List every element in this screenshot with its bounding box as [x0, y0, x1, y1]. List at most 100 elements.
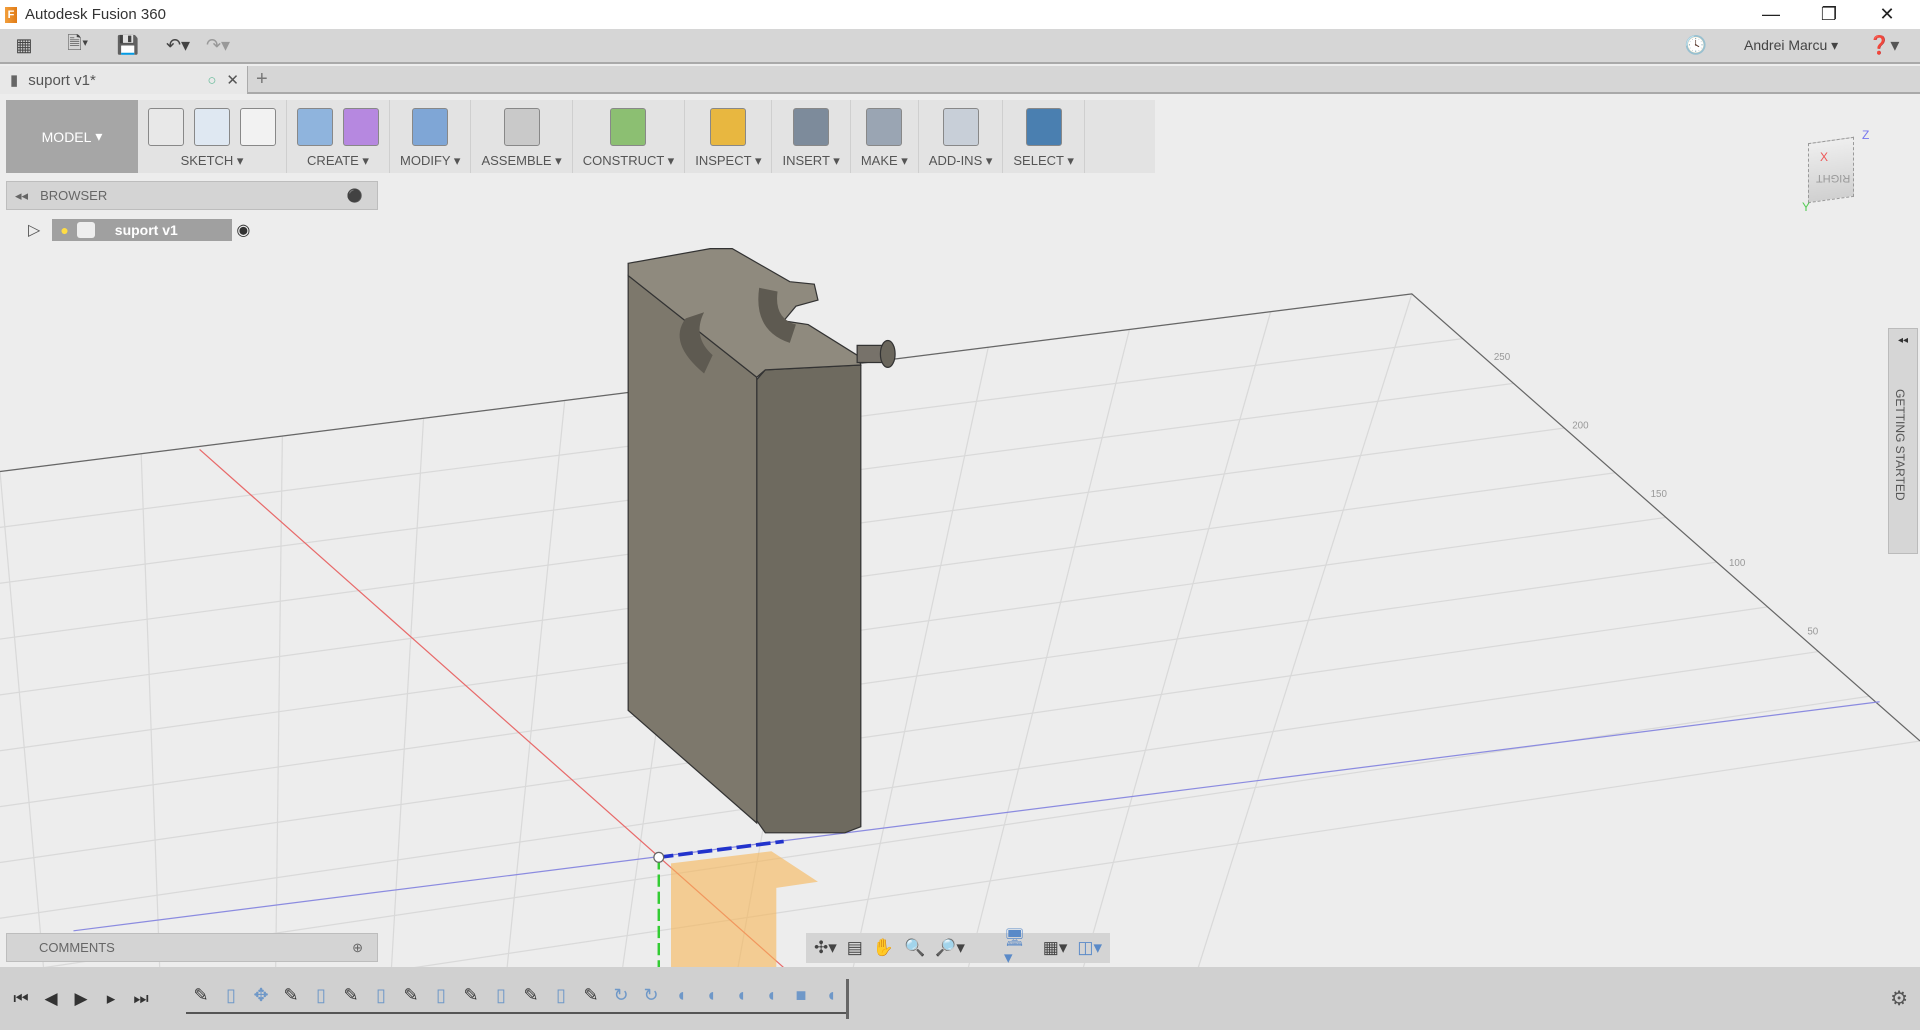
comments-title: COMMENTS [39, 940, 115, 955]
getting-started-panel[interactable]: ◂◂ GETTING STARTED [1888, 328, 1918, 554]
visibility-bulb-icon[interactable]: ● [60, 222, 68, 238]
list-item[interactable]: ● suport v1 [52, 219, 233, 241]
component-icon [76, 222, 95, 238]
form-icon[interactable] [343, 108, 379, 146]
timeline-box-feature-icon[interactable]: ■ [786, 984, 816, 1008]
toolbar-group-insert[interactable]: INSERT ▾ [772, 100, 851, 173]
toolbar-group-sketch[interactable]: SKETCH ▾ [138, 100, 287, 173]
timeline-sketch-feature-icon[interactable]: ✎ [576, 984, 606, 1008]
comments-panel-header[interactable]: COMMENTS ⊕ [6, 933, 378, 962]
timeline-extrude-feature-icon[interactable]: ▯ [306, 984, 336, 1008]
activate-radio-icon[interactable]: ◉ [236, 220, 250, 240]
orbit-icon[interactable]: ✣▾ [814, 938, 837, 958]
save-icon[interactable]: 💾 [112, 31, 144, 61]
fit-icon[interactable]: 🔎▾ [935, 938, 965, 958]
timeline-fillet-feature-icon[interactable]: ◖ [666, 984, 696, 1008]
collapse-icon[interactable]: ◂◂ [15, 188, 28, 204]
timeline-extrude-feature-icon[interactable]: ▯ [366, 984, 396, 1008]
timeline-extrude-feature-icon[interactable]: ▯ [486, 984, 516, 1008]
viewcube[interactable]: RIGHT X Y Z [1800, 128, 1869, 218]
toolbar-group-construct[interactable]: CONSTRUCT ▾ [573, 100, 686, 173]
timeline-marker[interactable] [846, 978, 849, 1019]
minimize-button[interactable]: — [1748, 0, 1794, 29]
tab-suport-v1[interactable]: ▮ suport v1* ○ ✕ [0, 66, 248, 94]
axis-z-label: Z [1862, 128, 1870, 142]
grid-settings-icon[interactable]: ▦▾ [1043, 938, 1068, 958]
plane-icon[interactable] [610, 108, 647, 146]
expand-icon[interactable]: ◂◂ [1889, 335, 1917, 346]
toolbar-group-label: MODIFY ▾ [400, 153, 461, 168]
timeline-extrude-feature-icon[interactable]: ▯ [546, 984, 576, 1008]
apps-grid-icon[interactable]: ▦ [8, 31, 40, 61]
expand-arrow-icon[interactable]: ▷ [28, 220, 40, 240]
press-pull-icon[interactable] [412, 108, 449, 146]
3d-print-icon[interactable] [866, 108, 903, 146]
toolbar-group-create[interactable]: CREATE ▾ [287, 100, 390, 173]
sketch-create-icon[interactable] [148, 108, 184, 146]
user-menu[interactable]: Andrei Marcu ▾ [1744, 37, 1838, 54]
file-menu-icon[interactable]: 🗎▾ [62, 31, 94, 61]
toolbar-group-add-ins[interactable]: ADD-INS ▾ [919, 100, 1004, 173]
toolbar-group-assemble[interactable]: ASSEMBLE ▾ [471, 100, 573, 173]
step-back-icon[interactable]: ◀ [36, 989, 66, 1009]
axis-y-label: Y [1802, 200, 1811, 214]
scripts-icon[interactable] [942, 108, 979, 146]
timeline-revolve-feature-icon[interactable]: ↻ [606, 984, 636, 1008]
timeline-fillet-feature-icon[interactable]: ◖ [696, 984, 726, 1008]
timeline-revolve-feature-icon[interactable]: ↻ [636, 984, 666, 1008]
workspace-switcher[interactable]: MODEL ▾ [6, 100, 138, 173]
timeline-sketch-feature-icon[interactable]: ✎ [516, 984, 546, 1008]
timeline-sketch-feature-icon[interactable]: ✎ [276, 984, 306, 1008]
model-body[interactable] [627, 248, 896, 834]
close-button[interactable]: ✕ [1864, 0, 1910, 29]
extrude-icon[interactable] [297, 108, 333, 146]
toolbar-group-label: SELECT ▾ [1013, 153, 1074, 168]
viewports-icon[interactable]: ◫▾ [1077, 938, 1102, 958]
redo-icon[interactable]: ↷▾ [202, 31, 234, 61]
display-settings-icon[interactable]: 🖥▾ [1004, 928, 1033, 968]
timeline-fillet-feature-icon[interactable]: ◖ [816, 984, 846, 1008]
root-component-label: suport v1 [114, 222, 178, 238]
close-tab-icon[interactable]: ✕ [226, 71, 239, 89]
toolbar-group-label: MAKE ▾ [860, 153, 908, 168]
zoom-icon[interactable]: 🔍 [904, 938, 925, 958]
help-icon[interactable]: ❓▾ [1868, 35, 1899, 56]
select-icon[interactable] [1025, 108, 1062, 146]
measure-icon[interactable] [710, 108, 747, 146]
timeline-sketch-feature-icon[interactable]: ✎ [396, 984, 426, 1008]
toolbar-group-label: ADD-INS ▾ [928, 153, 993, 168]
step-forward-icon[interactable]: ▸ [96, 989, 126, 1009]
add-comment-icon[interactable]: ⊕ [352, 940, 363, 956]
restore-button[interactable]: ❐ [1806, 0, 1852, 29]
timeline-extrude-feature-icon[interactable]: ▯ [426, 984, 456, 1008]
toolbar-group-modify[interactable]: MODIFY ▾ [390, 100, 472, 173]
browser-panel-header[interactable]: ◂◂ BROWSER ⚫ [6, 181, 378, 210]
timeline-fillet-feature-icon[interactable]: ◖ [726, 984, 756, 1008]
rectangle-icon[interactable] [240, 108, 276, 146]
timeline-move-feature-icon[interactable]: ✥ [246, 984, 276, 1008]
look-at-icon[interactable]: ▤ [847, 938, 863, 958]
arc-icon[interactable] [194, 108, 230, 146]
play-icon[interactable]: ▶ [66, 989, 96, 1009]
timeline-settings-gear-icon[interactable]: ⚙ [1890, 986, 1908, 1011]
undo-icon[interactable]: ↶▾ [162, 31, 194, 61]
toolbar-group-inspect[interactable]: INSPECT ▾ [685, 100, 773, 173]
pan-hand-icon[interactable]: ✋ [873, 938, 894, 958]
joint-icon[interactable] [503, 108, 540, 146]
timeline-sketch-feature-icon[interactable]: ✎ [186, 984, 216, 1008]
minus-circle-icon[interactable]: ⚫ [347, 188, 363, 204]
job-status-clock-icon[interactable]: 🕓 [1680, 31, 1712, 61]
grid-line [951, 329, 1131, 1030]
timeline-extrude-feature-icon[interactable]: ▯ [216, 984, 246, 1008]
go-to-end-icon[interactable]: ⏭ [126, 989, 156, 1009]
toolbar-group-label: CREATE ▾ [307, 153, 369, 168]
browser-title: BROWSER [40, 188, 108, 203]
timeline-fillet-feature-icon[interactable]: ◖ [756, 984, 786, 1008]
timeline-sketch-feature-icon[interactable]: ✎ [336, 984, 366, 1008]
new-tab-button[interactable]: + [256, 68, 268, 91]
image-icon[interactable] [793, 108, 830, 146]
go-to-start-icon[interactable]: ⏮ [6, 989, 36, 1009]
toolbar-group-select[interactable]: SELECT ▾ [1003, 100, 1085, 173]
timeline-sketch-feature-icon[interactable]: ✎ [456, 984, 486, 1008]
toolbar-group-make[interactable]: MAKE ▾ [851, 100, 919, 173]
